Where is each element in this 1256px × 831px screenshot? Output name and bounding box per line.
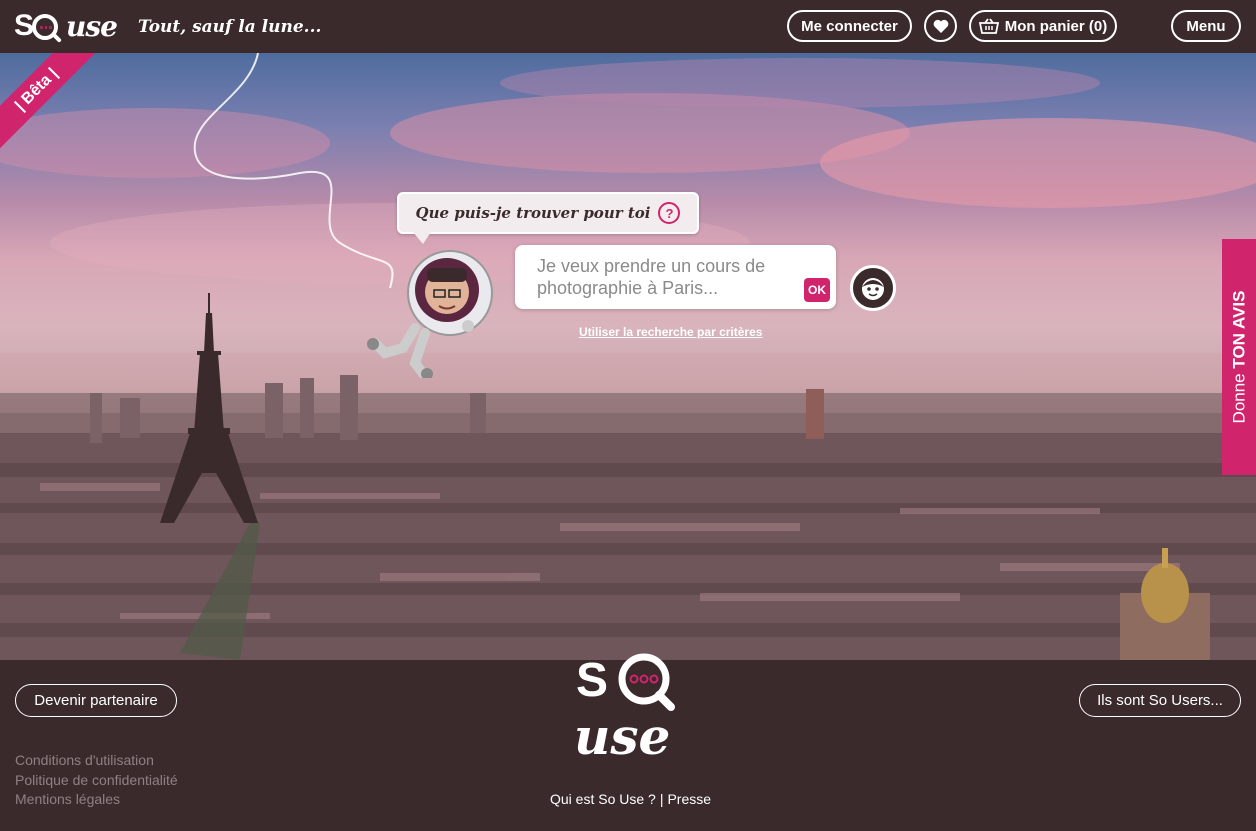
legal-links: Conditions d'utilisation Politique de co… — [15, 751, 178, 810]
heart-icon — [933, 19, 948, 33]
legal-notice-link[interactable]: Mentions légales — [15, 790, 178, 810]
feedback-tab[interactable]: Donne TON AVIS — [1222, 239, 1256, 475]
top-navbar: S use Tout, sauf la lune... Me connecter… — [0, 0, 1256, 53]
search-box: OK — [515, 245, 836, 309]
favorites-button[interactable] — [924, 10, 957, 42]
svg-text:use: use — [574, 707, 670, 764]
footer-links: Qui est So Use ? | Presse — [550, 791, 711, 807]
question-bubble: Que puis-je trouver pour toi ? — [397, 192, 699, 244]
cart-button[interactable]: Mon panier (0) — [969, 10, 1117, 42]
footer-separator: | — [659, 791, 664, 807]
basket-icon — [978, 18, 999, 34]
face-icon — [862, 278, 884, 300]
feedback-strong: TON AVIS — [1229, 290, 1249, 369]
press-link[interactable]: Presse — [667, 791, 711, 807]
feedback-prefix: Donne — [1229, 368, 1249, 424]
magnifier-icon — [32, 14, 59, 40]
privacy-link[interactable]: Politique de confidentialité — [15, 771, 178, 791]
question-text: Que puis-je trouver pour toi — [415, 204, 651, 222]
terms-link[interactable]: Conditions d'utilisation — [15, 751, 178, 771]
cart-label: Mon panier (0) — [1004, 17, 1108, 35]
so-use-footer-logo[interactable]: S use — [572, 646, 690, 764]
astronaut-mascot — [367, 250, 493, 378]
so-users-button[interactable]: Ils sont So Users... — [1079, 684, 1241, 717]
user-avatar[interactable] — [850, 265, 896, 311]
criteria-search-link[interactable]: Utiliser la recherche par critères — [579, 325, 762, 339]
footer: Devenir partenaire S use Ils sont So Use… — [0, 653, 1256, 831]
logo-use-text: use — [66, 9, 118, 43]
search-ok-button[interactable]: OK — [804, 278, 830, 302]
menu-button[interactable]: Menu — [1171, 10, 1241, 42]
search-input[interactable] — [537, 255, 797, 303]
logo-so-text: S — [14, 9, 34, 42]
become-partner-button[interactable]: Devenir partenaire — [15, 684, 177, 717]
about-link[interactable]: Qui est So Use ? — [550, 791, 656, 807]
help-icon[interactable]: ? — [658, 202, 681, 224]
svg-text:S: S — [576, 654, 608, 707]
hero-paris-background: | Bêta | Que puis-je trouver pour toi ? … — [0, 53, 1256, 660]
paris-skyline-illustration — [0, 58, 1256, 660]
login-button[interactable]: Me connecter — [787, 10, 912, 42]
so-use-logo[interactable]: S use — [14, 8, 118, 44]
tagline: Tout, sauf la lune... — [138, 17, 322, 37]
